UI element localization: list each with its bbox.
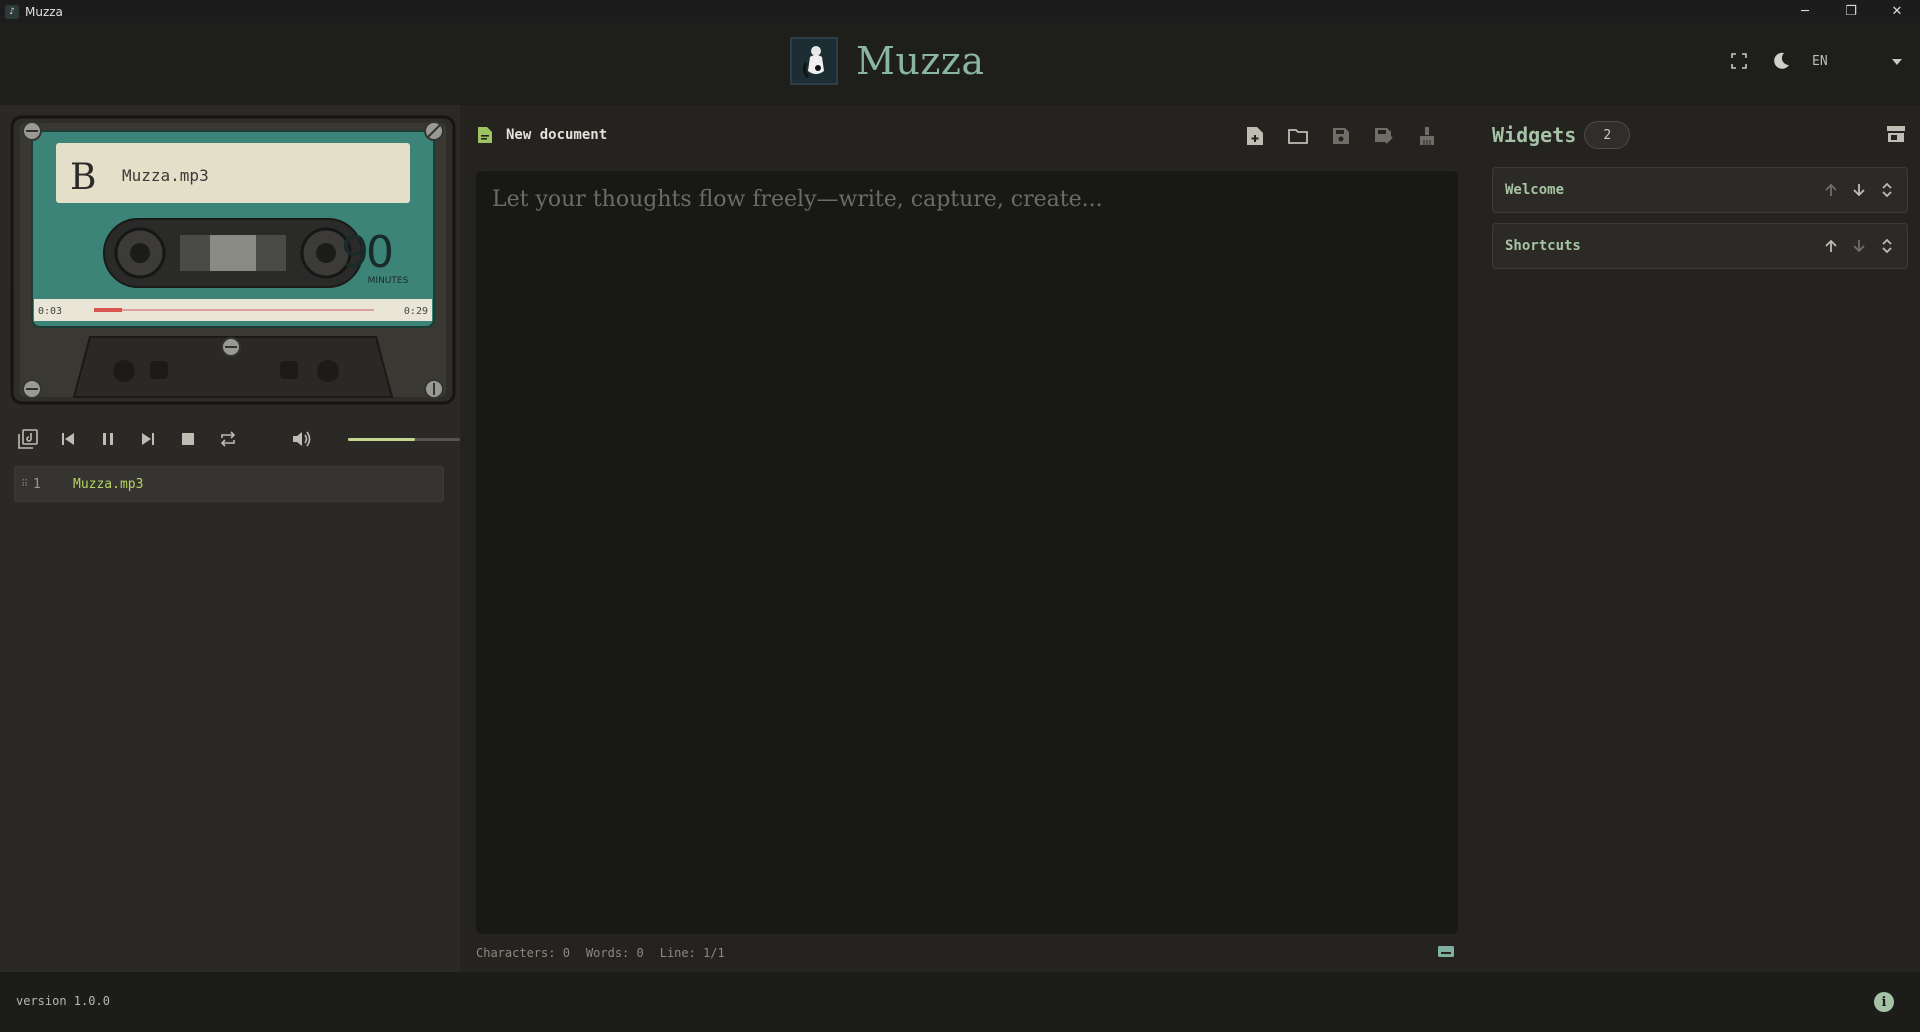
moon-icon[interactable] [1770, 50, 1792, 72]
version-label: version 1.0.0 [16, 994, 110, 1008]
editor-textarea-container [476, 171, 1458, 934]
widget-actions [1821, 236, 1897, 256]
editor-panel: New document Characters: 0 Words: 0 Line… [460, 105, 1460, 972]
editor-status-bar: Characters: 0 Words: 0 Line: 1/1 [476, 943, 1458, 963]
volume-icon[interactable] [282, 419, 322, 459]
cassette-time-total: 0:29 [404, 306, 428, 317]
line-position: Line: 1/1 [659, 946, 725, 960]
store-icon[interactable] [1886, 125, 1908, 147]
stop-icon[interactable] [168, 419, 208, 459]
move-up-icon[interactable] [1821, 236, 1841, 256]
repeat-icon[interactable] [208, 419, 248, 459]
fullscreen-icon[interactable] [1728, 50, 1750, 72]
brand: Muzza [790, 37, 985, 85]
clear-brush-icon[interactable] [1414, 123, 1440, 149]
save-icon[interactable] [1328, 123, 1354, 149]
language-select[interactable]: EN [1812, 54, 1902, 69]
widgets-count-badge: 2 [1584, 121, 1631, 149]
playlist-item-number: 1 [33, 476, 41, 492]
playlist-add-icon[interactable] [8, 419, 48, 459]
expand-icon[interactable] [1877, 236, 1897, 256]
previous-track-icon[interactable] [48, 419, 88, 459]
cassette-length: 90 [341, 227, 392, 278]
language-value: EN [1812, 53, 1828, 69]
cassette-label: Muzza.mp3 [122, 166, 209, 185]
window-titlebar: ♪ Muzza ─ ❐ ✕ [0, 0, 1920, 23]
widget-name: Shortcuts [1505, 238, 1581, 254]
player-panel: B Muzza.mp3 90 MINUTES 0:03 0:29 ⠿ 1 Muz… [0, 105, 460, 972]
maximize-button[interactable]: ❐ [1828, 0, 1874, 23]
widgets-panel: Widgets 2 Welcome Shortcuts [1460, 105, 1920, 972]
widget-list: Welcome Shortcuts [1492, 167, 1908, 279]
app-icon: ♪ [5, 4, 19, 19]
header-actions: EN [1728, 50, 1902, 72]
app-footer: version 1.0.0 i [0, 972, 1920, 1032]
next-track-icon[interactable] [128, 419, 168, 459]
cassette: B Muzza.mp3 90 MINUTES 0:03 0:29 [10, 115, 456, 405]
expand-icon[interactable] [1877, 180, 1897, 200]
app-header: Muzza EN [0, 23, 1920, 105]
widget-item[interactable]: Shortcuts [1492, 223, 1908, 269]
document-icon [476, 126, 494, 144]
editor-toolbar [1242, 123, 1440, 149]
minimize-button[interactable]: ─ [1782, 0, 1828, 23]
keyboard-icon[interactable] [1438, 946, 1454, 958]
window-title: Muzza [25, 4, 63, 19]
window-controls: ─ ❐ ✕ [1782, 0, 1920, 23]
info-icon[interactable]: i [1874, 992, 1894, 1012]
app-title: Muzza [856, 39, 985, 83]
character-count: Characters: 0 [476, 946, 570, 960]
open-folder-icon[interactable] [1285, 123, 1311, 149]
widgets-header: Widgets 2 [1492, 121, 1631, 149]
move-up-icon[interactable] [1821, 180, 1841, 200]
editor-textarea[interactable] [492, 187, 1442, 918]
widgets-title: Widgets [1492, 123, 1577, 147]
volume-fill [348, 438, 416, 441]
chevron-down-icon [1892, 54, 1902, 69]
volume-slider[interactable] [348, 438, 460, 441]
cassette-length-unit: MINUTES [368, 276, 409, 286]
drag-handle-icon[interactable]: ⠿ [21, 479, 33, 490]
document-title[interactable]: New document [506, 127, 607, 143]
move-down-icon[interactable] [1849, 236, 1869, 256]
move-down-icon[interactable] [1849, 180, 1869, 200]
word-count: Words: 0 [585, 946, 644, 960]
cassette-side: B [70, 157, 96, 198]
playlist: ⠿ 1 Muzza.mp3 [14, 466, 444, 502]
widget-item[interactable]: Welcome [1492, 167, 1908, 213]
editor-header: New document [476, 119, 1460, 151]
save-as-icon[interactable] [1371, 123, 1397, 149]
cassette-time-current: 0:03 [38, 306, 62, 317]
app-logo [790, 37, 838, 85]
close-button[interactable]: ✕ [1874, 0, 1920, 23]
player-controls [8, 419, 460, 459]
playlist-item-name: Muzza.mp3 [73, 476, 144, 492]
widget-actions [1821, 180, 1897, 200]
pause-icon[interactable] [88, 419, 128, 459]
widget-name: Welcome [1505, 182, 1565, 198]
new-file-icon[interactable] [1242, 123, 1268, 149]
playlist-item[interactable]: ⠿ 1 Muzza.mp3 [14, 466, 444, 502]
